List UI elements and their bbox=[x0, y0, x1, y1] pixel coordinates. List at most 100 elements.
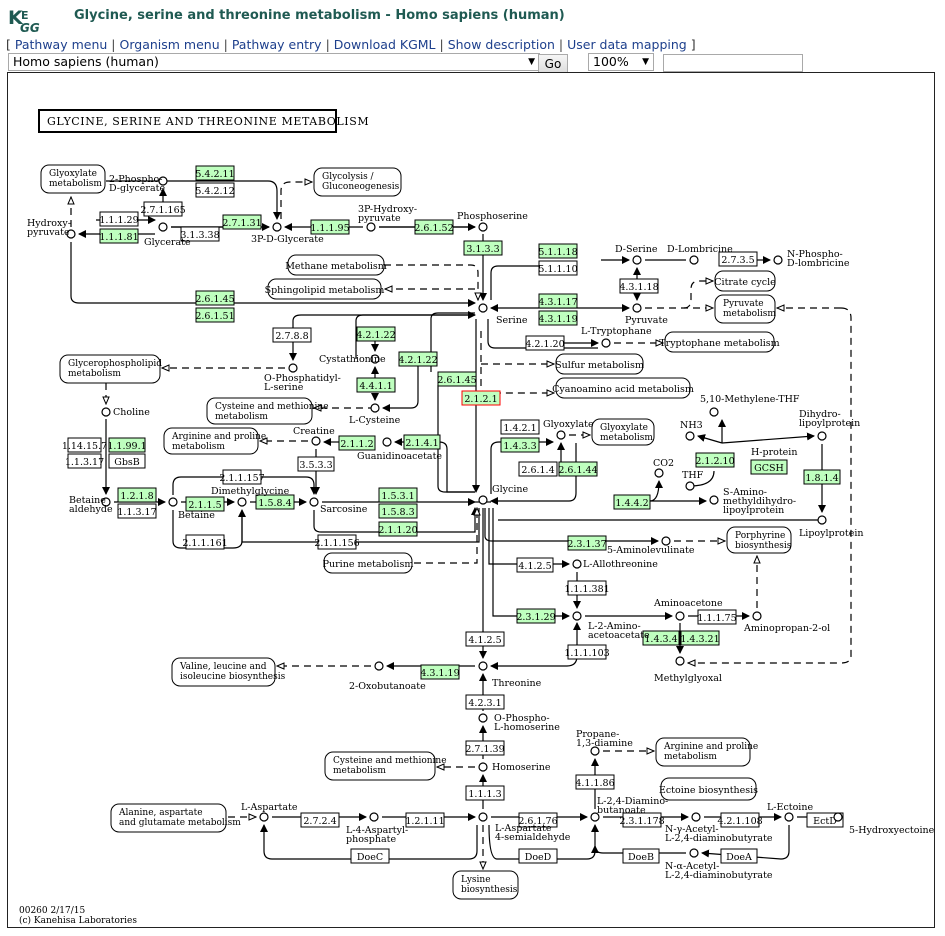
compound-circle[interactable] bbox=[709, 407, 719, 417]
enzyme-box[interactable]: 2.7.1.31 bbox=[222, 214, 262, 230]
compound-circle[interactable] bbox=[168, 497, 178, 507]
enzyme-box[interactable]: 1.4.2.1 bbox=[500, 419, 540, 435]
enzyme-box[interactable]: 1.5.8.4 bbox=[255, 494, 295, 510]
compound-node[interactable]: L-4-Aspartyl-phosphate bbox=[346, 812, 408, 845]
enzyme-box[interactable]: 4.2.1.22 bbox=[398, 351, 438, 367]
compound-circle[interactable] bbox=[689, 848, 699, 858]
enzyme-box[interactable]: 1.1.1.29 bbox=[99, 211, 139, 227]
enzyme-box[interactable]: 2.6.1.52 bbox=[414, 219, 454, 235]
enzyme-box[interactable]: GCSH bbox=[750, 459, 788, 475]
enzyme-box[interactable]: 3.1.3.3 bbox=[463, 240, 503, 256]
enzyme-box[interactable]: 2.6.1.4 bbox=[518, 461, 558, 477]
compound-circle[interactable] bbox=[752, 611, 762, 621]
compound-node[interactable]: Hydroxy-pyruvate bbox=[27, 218, 76, 239]
enzyme-box[interactable]: 5.1.1.10 bbox=[538, 260, 578, 276]
enzyme-box[interactable]: 5.1.1.18 bbox=[538, 243, 578, 259]
pathway-map-link[interactable]: Pyruvatemetabolism bbox=[714, 294, 776, 324]
nav-pathway-menu[interactable]: Pathway menu bbox=[15, 37, 107, 52]
compound-circle[interactable] bbox=[556, 430, 566, 440]
compound-circle[interactable] bbox=[784, 812, 794, 822]
compound-node[interactable]: 2-Phospho-D-glycerate bbox=[109, 174, 168, 194]
enzyme-box[interactable]: GbsB bbox=[108, 453, 146, 469]
compound-circle[interactable] bbox=[478, 713, 488, 723]
compound-circle[interactable] bbox=[309, 497, 319, 507]
organism-select[interactable]: Homo sapiens (human) ▼ bbox=[8, 53, 540, 71]
enzyme-box[interactable]: 3.5.3.3 bbox=[297, 456, 335, 472]
enzyme-box[interactable]: 1.2.1.8 bbox=[117, 487, 157, 503]
go-button[interactable]: Go bbox=[538, 54, 568, 74]
compound-node[interactable]: NH3 bbox=[680, 420, 703, 441]
pathway-map-link[interactable]: Citrate cycle bbox=[714, 270, 776, 292]
compound-circle[interactable] bbox=[632, 303, 642, 313]
pathway-map-link[interactable]: Purine metabolism bbox=[323, 552, 414, 574]
enzyme-box[interactable]: 1.4.3.21 bbox=[680, 630, 720, 646]
enzyme-box[interactable]: 1.1.99.1 bbox=[107, 437, 147, 453]
compound-node[interactable]: Homoserine bbox=[478, 762, 551, 773]
compound-circle[interactable] bbox=[833, 812, 843, 822]
compound-node[interactable]: L-Ectoine bbox=[767, 802, 813, 822]
enzyme-box[interactable]: 4.3.1.19 bbox=[420, 664, 460, 680]
enzyme-box[interactable]: 4.3.1.17 bbox=[538, 293, 578, 309]
enzyme-box[interactable]: 1.14.15.7 bbox=[62, 437, 107, 453]
compound-circle[interactable] bbox=[101, 407, 111, 417]
pathway-map-link[interactable]: Methane metabolism bbox=[285, 254, 387, 276]
enzyme-box[interactable]: 1.5.8.3 bbox=[378, 503, 418, 519]
compound-node[interactable]: N-Phospho-D-lombricine bbox=[773, 249, 850, 269]
compound-node[interactable]: L-Allothreonine bbox=[572, 559, 658, 570]
nav-user-data-mapping[interactable]: User data mapping bbox=[567, 37, 687, 52]
pathway-map-link[interactable]: Lysinebiosynthesis bbox=[452, 870, 519, 900]
pathway-map-link[interactable]: Cysteine and methioninemetabolism bbox=[324, 751, 447, 781]
pathway-map-link[interactable]: Sphingolipid metabolism bbox=[265, 278, 385, 300]
compound-circle[interactable] bbox=[661, 536, 671, 546]
enzyme-box[interactable]: 1.1.1.75 bbox=[697, 609, 737, 625]
enzyme-box[interactable]: 2.1.2.1 bbox=[461, 390, 501, 406]
compound-circle[interactable] bbox=[272, 222, 282, 232]
kegg-logo[interactable]: K E GG bbox=[8, 5, 58, 33]
compound-circle[interactable] bbox=[572, 559, 582, 569]
compound-circle[interactable] bbox=[478, 812, 488, 822]
compound-circle[interactable] bbox=[691, 812, 701, 822]
enzyme-box[interactable]: 1.1.1.3 bbox=[465, 785, 505, 801]
enzyme-box[interactable]: 2.1.1.20 bbox=[378, 521, 418, 537]
pathway-map-link[interactable]: Tryptophane metabolism bbox=[659, 331, 780, 353]
compound-circle[interactable] bbox=[366, 222, 376, 232]
compound-circle[interactable] bbox=[709, 495, 719, 505]
enzyme-box[interactable]: 1.5.3.1 bbox=[378, 487, 418, 503]
pathway-map-link[interactable]: Glycerophospholipidmetabolism bbox=[59, 354, 162, 384]
zoom-select[interactable]: 100% ▼ bbox=[588, 53, 654, 71]
enzyme-box[interactable]: DoeB bbox=[622, 848, 660, 864]
enzyme-box[interactable]: 2.6.1.44 bbox=[558, 461, 598, 477]
enzyme-box[interactable]: 2.6.1.45 bbox=[195, 290, 235, 306]
compound-node[interactable]: CO2 bbox=[653, 458, 674, 478]
compound-circle[interactable] bbox=[572, 611, 582, 621]
compound-circle[interactable] bbox=[311, 436, 321, 446]
enzyme-box[interactable]: DoeA bbox=[720, 848, 758, 864]
enzyme-box[interactable]: 5.4.2.11 bbox=[195, 165, 235, 181]
enzyme-box[interactable]: 2.6.1.45 bbox=[437, 371, 477, 387]
pathway-map-link[interactable]: Arginine and prolinemetabolism bbox=[655, 737, 758, 767]
compound-node[interactable]: 5-Aminolevulinate bbox=[607, 536, 695, 556]
compound-node[interactable]: Sarcosine bbox=[309, 497, 368, 515]
compound-circle[interactable] bbox=[685, 481, 695, 491]
enzyme-box[interactable]: 1.4.3.3 bbox=[500, 437, 540, 453]
compound-circle[interactable] bbox=[689, 255, 699, 265]
enzyme-box[interactable]: 1.1.3.17 bbox=[65, 453, 104, 469]
pathway-map-link[interactable]: Glyoxylatemetabolism bbox=[591, 418, 655, 446]
pathway-map-link[interactable]: Cyanoamino acid metabolism bbox=[552, 377, 694, 399]
enzyme-box[interactable]: 1.1.3.17 bbox=[117, 503, 157, 519]
enzyme-box[interactable]: 2.3.1.29 bbox=[516, 608, 556, 624]
compound-circle[interactable] bbox=[654, 468, 664, 478]
compound-circle[interactable] bbox=[288, 363, 298, 373]
enzyme-box[interactable]: DoeC bbox=[350, 848, 390, 864]
compound-circle[interactable] bbox=[773, 255, 783, 265]
nav-pathway-entry[interactable]: Pathway entry bbox=[232, 37, 322, 52]
enzyme-box[interactable]: 1.1.1.381 bbox=[564, 580, 610, 596]
compound-circle[interactable] bbox=[374, 661, 384, 671]
compound-circle[interactable] bbox=[478, 495, 488, 505]
pathway-map-link[interactable]: Porphyrinebiosynthesis bbox=[726, 526, 792, 554]
compound-node[interactable]: L-Tryptophane bbox=[581, 326, 652, 348]
search-input[interactable] bbox=[663, 54, 803, 72]
enzyme-box[interactable]: 2.7.8.8 bbox=[272, 327, 312, 343]
pathway-map-link[interactable]: Glycolysis /Gluconeogenesis bbox=[313, 167, 402, 197]
nav-show-description[interactable]: Show description bbox=[448, 37, 555, 52]
